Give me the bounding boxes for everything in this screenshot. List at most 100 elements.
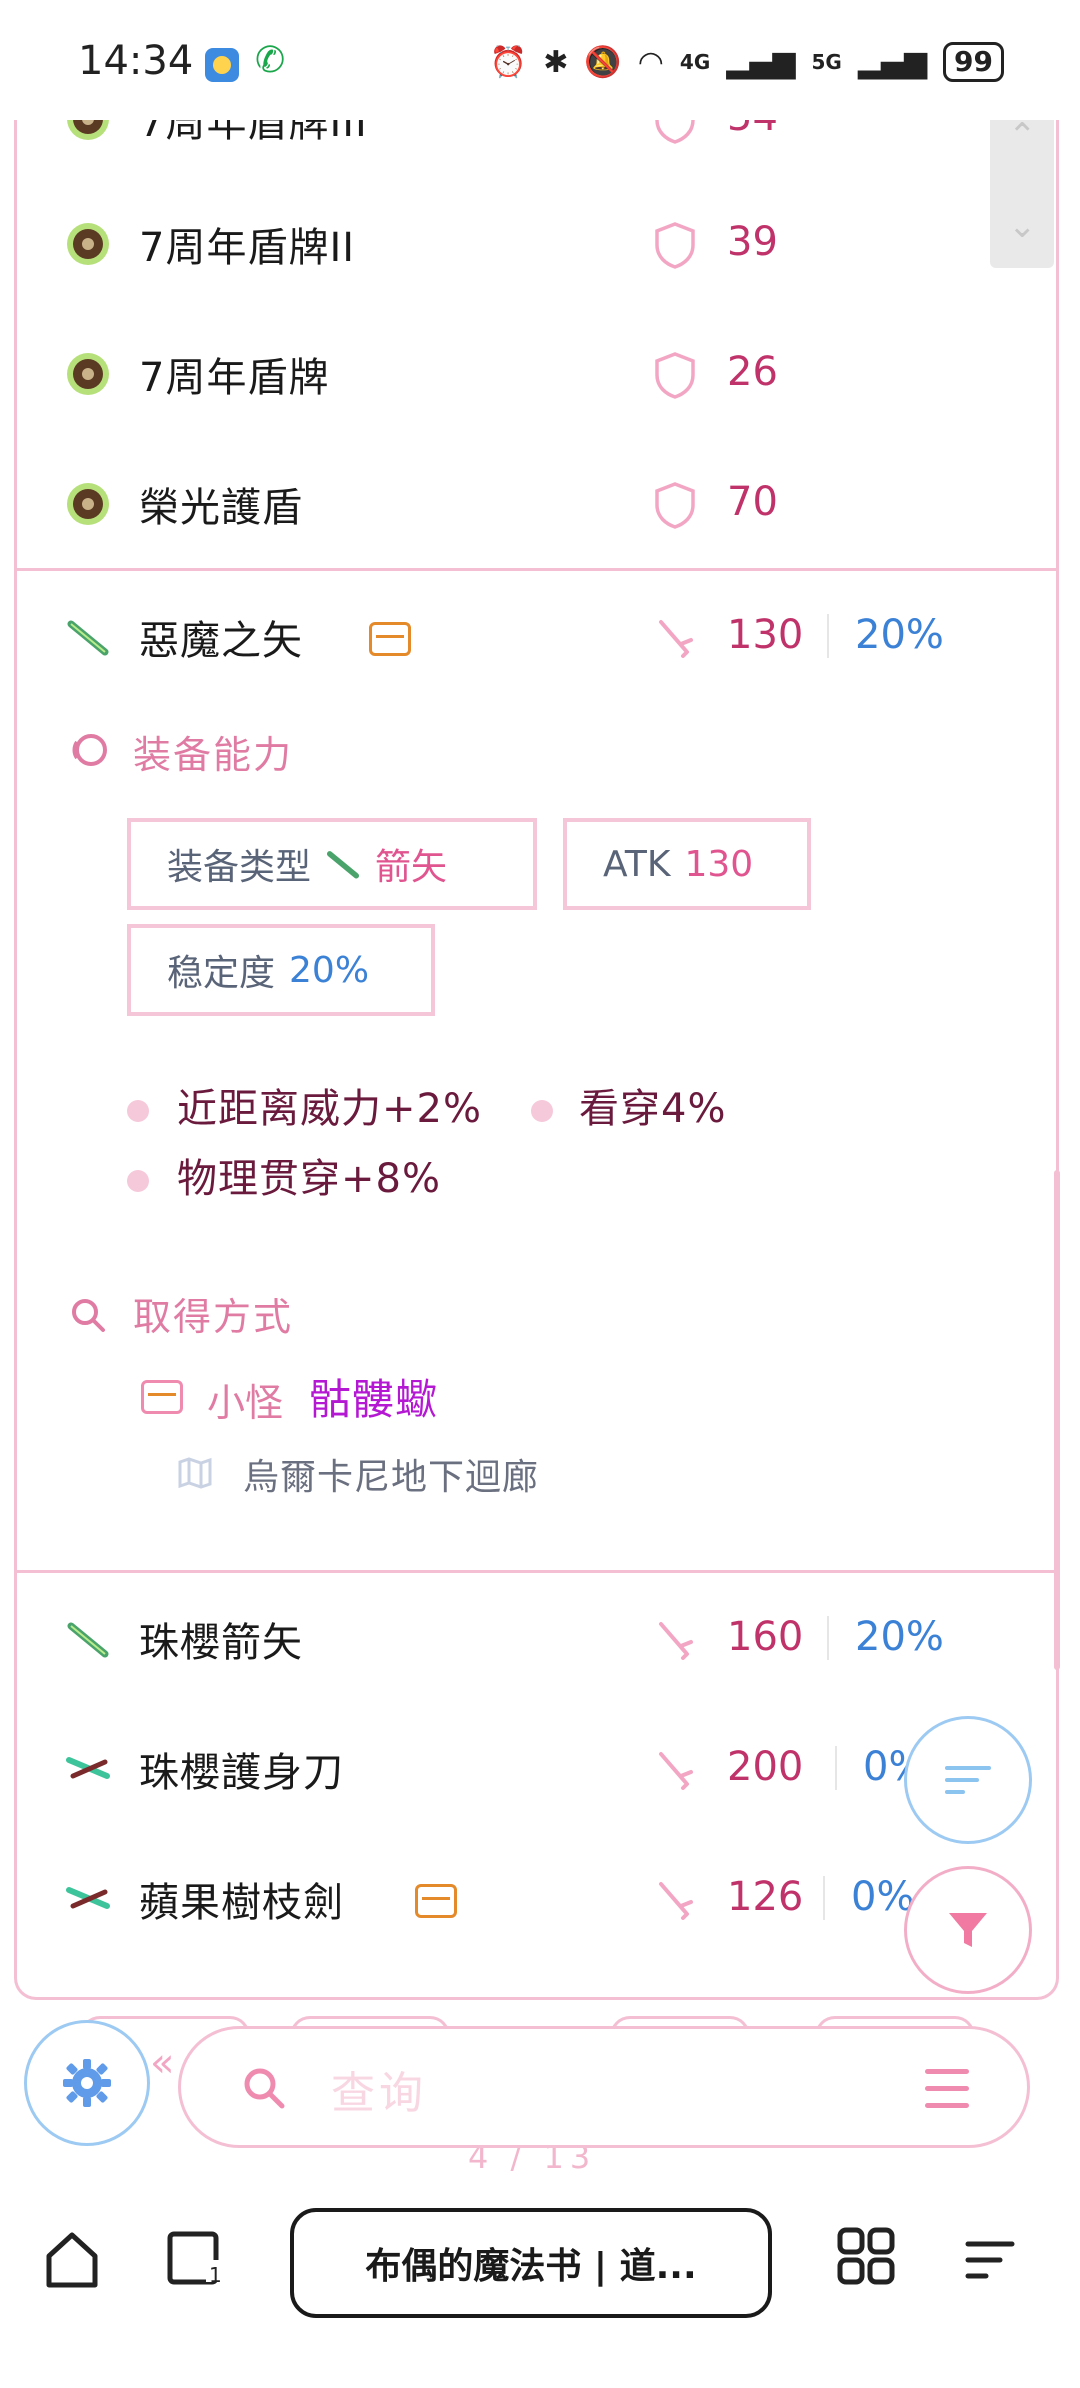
item-attack: 130 xyxy=(727,612,804,658)
item-name: 7周年盾牌 xyxy=(139,355,330,401)
ability-icon xyxy=(72,734,107,766)
source-map: 烏爾卡尼地下迴廊 xyxy=(243,1457,540,1498)
separator xyxy=(823,1876,825,1920)
item-name: 蘋果樹枝劍 xyxy=(139,1880,344,1926)
chip-label: 装备类型 xyxy=(167,847,312,888)
chip-value: 130 xyxy=(684,843,754,885)
apps-grid-icon[interactable] xyxy=(836,2226,896,2286)
item-stability: 0% xyxy=(851,1874,915,1920)
list-item[interactable]: 7周年盾牌 26 xyxy=(17,315,1056,445)
arrow-item-icon xyxy=(326,851,360,879)
treasure-box-icon xyxy=(415,1884,457,1918)
arrow-item-icon xyxy=(67,1622,109,1658)
source-type: 小怪 xyxy=(207,1381,284,1425)
weather-icon xyxy=(205,48,239,82)
signal-bars-icon-2: ▂▄▆ xyxy=(857,44,928,80)
menu-icon[interactable] xyxy=(925,2069,969,2109)
sort-button[interactable] xyxy=(904,1716,1032,1844)
search-icon xyxy=(72,1299,105,1332)
chip-atk: ATK 130 xyxy=(563,818,811,910)
status-time: 14:34 xyxy=(78,38,194,84)
effect-text: 看穿4% xyxy=(579,1086,727,1132)
status-bar: 14:34 ✆ ⏰ ✱ 🔕 ◠ 4G ▂▄▆ 5G ▂▄▆ 99 xyxy=(0,0,1080,120)
item-stability: 20% xyxy=(855,612,944,658)
effect-text: 近距离威力+2% xyxy=(177,1086,482,1132)
chip-equipment-type: 装备类型 箭矢 xyxy=(127,818,537,910)
search-bar[interactable]: 查询 xyxy=(178,2026,1030,2148)
scroll-buttons[interactable] xyxy=(990,110,1054,268)
map-icon xyxy=(178,1457,212,1489)
bullet-dot xyxy=(127,1170,149,1192)
search-icon xyxy=(244,2068,285,2109)
item-attack: 200 xyxy=(727,1744,804,1790)
item-name: 珠櫻箭矢 xyxy=(139,1620,303,1666)
item-name: 7周年盾牌II xyxy=(139,225,356,271)
chip-label: ATK xyxy=(603,843,671,885)
item-defense: 26 xyxy=(727,349,778,395)
sword-icon xyxy=(659,1752,693,1790)
effect-text: 物理贯穿+8% xyxy=(177,1156,441,1202)
source-section-title: 取得方式 xyxy=(133,1295,294,1339)
item-name: 榮光護盾 xyxy=(139,485,303,531)
svg-text:1: 1 xyxy=(209,2263,222,2287)
shield-icon xyxy=(655,352,695,399)
arrow-item-icon xyxy=(67,620,109,656)
filter-icon xyxy=(949,1913,987,1947)
sword-icon xyxy=(659,620,693,658)
list-item[interactable]: 榮光護盾 70 xyxy=(17,445,1056,575)
bullet-dot xyxy=(127,1100,149,1122)
separator xyxy=(827,1616,829,1660)
shield-icon xyxy=(655,482,695,529)
status-icons: ⏰ ✱ 🔕 ◠ 4G ▂▄▆ 5G ▂▄▆ 99 xyxy=(490,42,1004,82)
source-monster-link[interactable]: 骷髏蠍 xyxy=(309,1366,438,1427)
scrollbar-thumb[interactable] xyxy=(1054,1170,1060,1670)
sword-icon xyxy=(659,1882,693,1920)
shield-item-icon xyxy=(67,353,109,395)
item-attack: 126 xyxy=(727,1874,804,1920)
dagger-item-icon xyxy=(66,1757,110,1779)
chip-label: 稳定度 xyxy=(167,953,276,994)
shield-item-icon xyxy=(67,483,109,525)
chip-value: 20% xyxy=(289,949,370,991)
address-bar[interactable]: 布偶的魔法书 | 道... xyxy=(290,2208,772,2318)
settings-button[interactable] xyxy=(24,2020,150,2146)
list-item-expanded[interactable]: 惡魔之矢 130 20% xyxy=(17,578,1056,708)
shield-icon xyxy=(655,222,695,269)
search-input[interactable]: 查询 xyxy=(331,2057,427,2121)
treasure-box-icon xyxy=(369,622,411,656)
monster-box-icon xyxy=(141,1380,183,1414)
bluetooth-icon: ✱ xyxy=(543,44,569,80)
sort-icon xyxy=(945,1766,991,1794)
chip-value: 箭矢 xyxy=(375,847,448,888)
item-list-card: 7周年盾牌III 54 7周年盾牌II 39 7周年盾牌 26 榮光護盾 70 … xyxy=(14,94,1059,2000)
separator xyxy=(835,1746,837,1790)
list-item[interactable]: 蘋果樹枝劍 126 0% xyxy=(17,1840,1056,1970)
item-defense: 39 xyxy=(727,219,778,265)
item-name: 珠櫻護身刀 xyxy=(139,1750,344,1796)
browser-menu-icon[interactable] xyxy=(964,2238,1016,2282)
wifi-icon: ◠ xyxy=(637,44,664,80)
separator xyxy=(827,614,829,658)
item-stability: 20% xyxy=(855,1614,944,1660)
battery-icon: 99 xyxy=(943,42,1004,82)
shield-item-icon xyxy=(67,223,109,265)
dagger-item-icon xyxy=(66,1887,110,1909)
bullet-dot xyxy=(531,1100,553,1122)
browser-toolbar: 1 布偶的魔法书 | 道... xyxy=(0,2172,1080,2388)
ability-section-title: 装备能力 xyxy=(133,733,294,777)
home-icon[interactable] xyxy=(44,2230,100,2290)
item-name: 惡魔之矢 xyxy=(139,618,303,664)
gear-icon xyxy=(63,2059,111,2107)
list-item[interactable]: 7周年盾牌II 39 xyxy=(17,185,1056,315)
prev-page-icon[interactable]: « xyxy=(150,2040,174,2086)
divider xyxy=(17,568,1056,571)
chip-stability: 稳定度 20% xyxy=(127,924,435,1016)
signal-4g-icon: 4G xyxy=(679,50,711,74)
divider xyxy=(17,1570,1056,1573)
sword-icon xyxy=(659,1622,693,1660)
mute-icon: 🔕 xyxy=(584,44,622,80)
filter-button[interactable] xyxy=(904,1866,1032,1994)
list-item[interactable]: 珠櫻箭矢 160 20% xyxy=(17,1580,1056,1710)
tabs-icon[interactable]: 1 xyxy=(166,2230,224,2288)
list-item[interactable]: 珠櫻護身刀 200 0% xyxy=(17,1710,1056,1840)
